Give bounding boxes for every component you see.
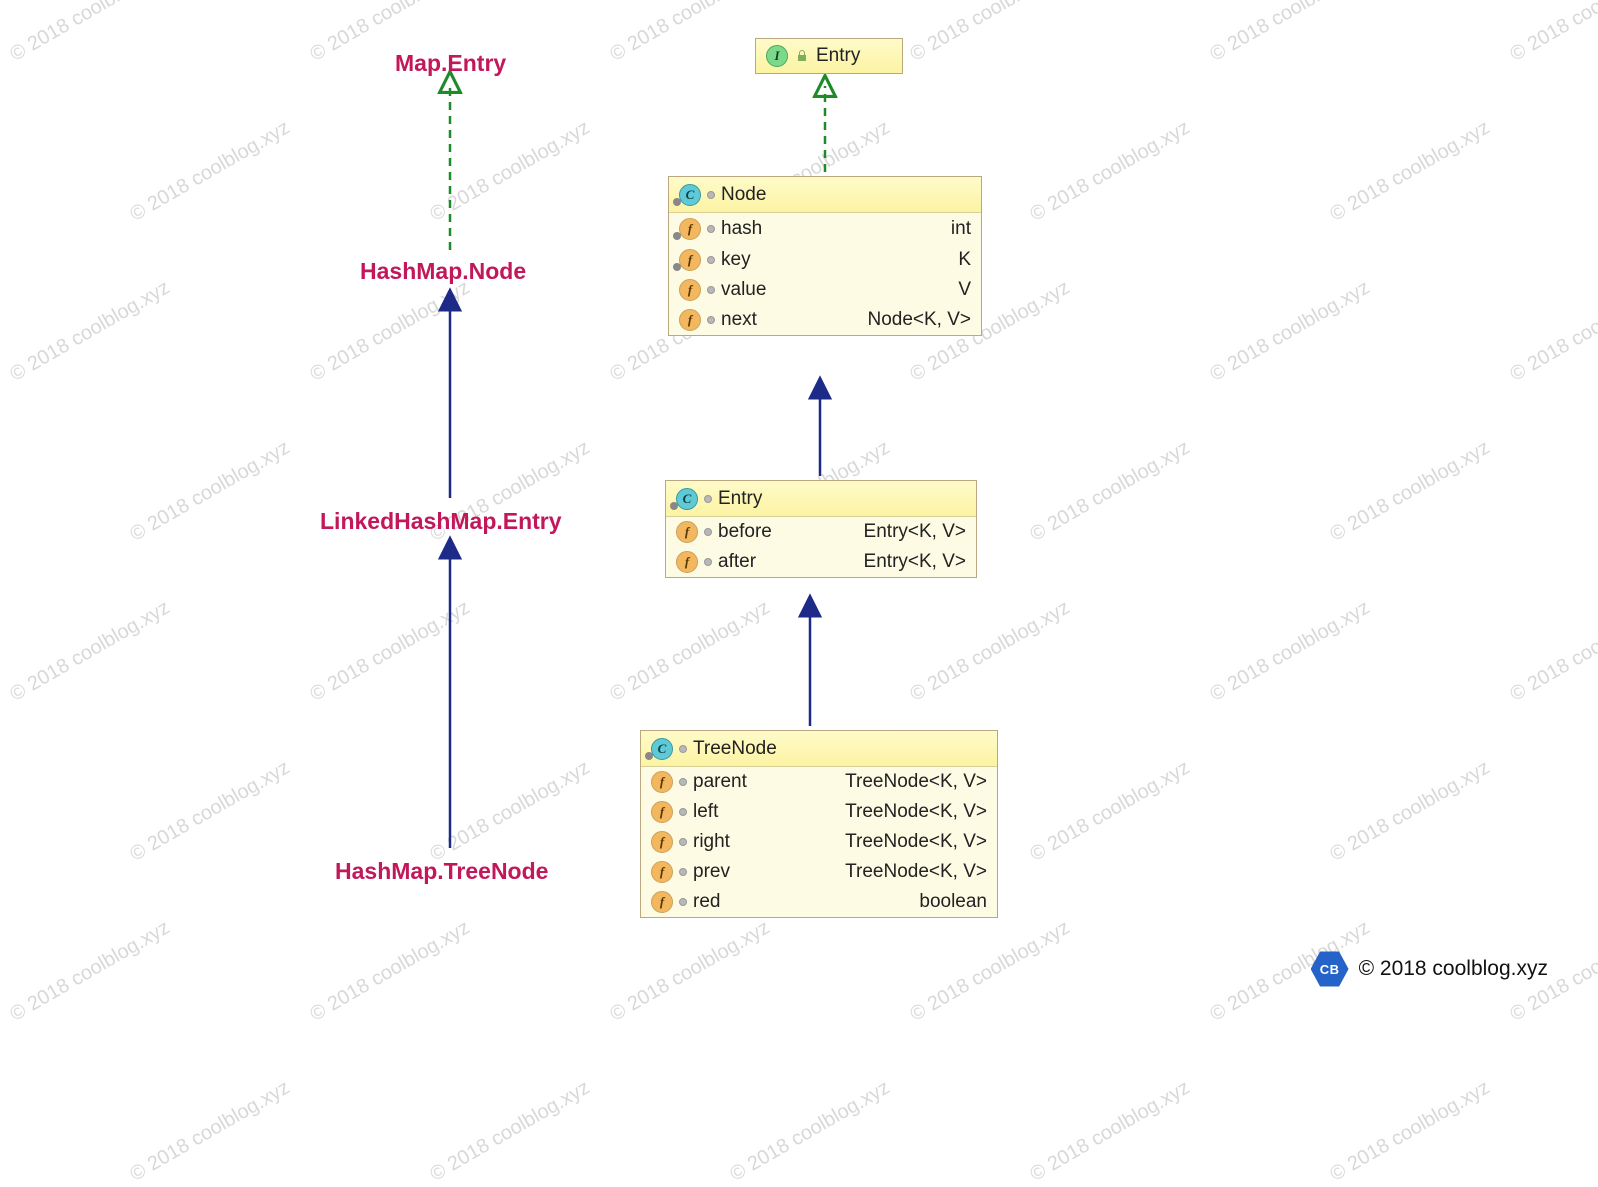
field-icon: f [651, 861, 673, 883]
uml-class-treenode: C TreeNode f parent TreeNode<K, V> f lef… [640, 730, 998, 918]
field-type: V [958, 279, 971, 301]
visibility-dot [679, 868, 687, 876]
field-icon: f [679, 279, 701, 301]
field-name: key [721, 249, 751, 271]
label-linkedhashmap-entry: LinkedHashMap.Entry [320, 508, 562, 535]
class-name: Node [721, 184, 766, 206]
field-type: K [958, 249, 971, 271]
diagram-canvas: Map.Entry HashMap.Node LinkedHashMap.Ent… [0, 0, 1598, 1094]
visibility-dot [679, 898, 687, 906]
visibility-dot [707, 316, 715, 324]
field-icon: f [679, 309, 701, 331]
visibility-dot [707, 286, 715, 294]
field-name: left [693, 801, 718, 823]
visibility-dot [679, 778, 687, 786]
label-hashmap-node: HashMap.Node [360, 258, 526, 285]
field-name: value [721, 279, 766, 301]
class-name: TreeNode [693, 738, 777, 760]
final-pin-icon [672, 225, 682, 235]
visibility-dot [704, 495, 712, 503]
field-type: int [951, 218, 971, 240]
field-icon: f [651, 801, 673, 823]
field-name: right [693, 831, 730, 853]
visibility-dot [679, 838, 687, 846]
uml-class-node: C Node f hash int f key K f value V f ne… [668, 176, 982, 336]
interface-icon: I [766, 45, 788, 67]
field-name: red [693, 891, 720, 913]
class-icon: C [651, 738, 673, 760]
class-icon: C [679, 184, 701, 206]
interface-name: Entry [816, 45, 860, 67]
label-map-entry: Map.Entry [395, 50, 506, 77]
field-icon: f [679, 218, 701, 240]
class-icon: C [676, 488, 698, 510]
field-type: boolean [919, 891, 987, 913]
field-name: prev [693, 861, 730, 883]
footer-badge: CB © 2018 coolblog.xyz [1311, 950, 1548, 988]
field-type: Entry<K, V> [864, 521, 966, 543]
field-icon: f [679, 249, 701, 271]
field-name: next [721, 309, 757, 331]
visibility-dot [679, 808, 687, 816]
field-name: parent [693, 771, 747, 793]
field-type: TreeNode<K, V> [845, 771, 987, 793]
field-type: TreeNode<K, V> [845, 861, 987, 883]
final-pin-icon [644, 745, 654, 755]
field-type: Entry<K, V> [864, 551, 966, 573]
uml-class-entry: C Entry f before Entry<K, V> f after Ent… [665, 480, 977, 578]
visibility-dot [704, 528, 712, 536]
lock-icon [794, 48, 810, 64]
field-type: Node<K, V> [867, 309, 971, 331]
field-icon: f [651, 771, 673, 793]
cb-logo-icon: CB [1311, 950, 1349, 988]
uml-interface-entry: I Entry [755, 38, 903, 74]
final-pin-icon [672, 191, 682, 201]
visibility-dot [707, 256, 715, 264]
class-name: Entry [718, 488, 762, 510]
field-type: TreeNode<K, V> [845, 801, 987, 823]
field-icon: f [676, 551, 698, 573]
field-name: hash [721, 218, 762, 240]
field-icon: f [651, 891, 673, 913]
field-name: after [718, 551, 756, 573]
visibility-dot [707, 191, 715, 199]
field-name: before [718, 521, 772, 543]
final-pin-icon [669, 495, 679, 505]
footer-text: © 2018 coolblog.xyz [1359, 957, 1548, 981]
field-icon: f [676, 521, 698, 543]
field-type: TreeNode<K, V> [845, 831, 987, 853]
visibility-dot [704, 558, 712, 566]
field-icon: f [651, 831, 673, 853]
label-hashmap-treenode: HashMap.TreeNode [335, 858, 548, 885]
visibility-dot [679, 745, 687, 753]
final-pin-icon [672, 256, 682, 266]
visibility-dot [707, 225, 715, 233]
